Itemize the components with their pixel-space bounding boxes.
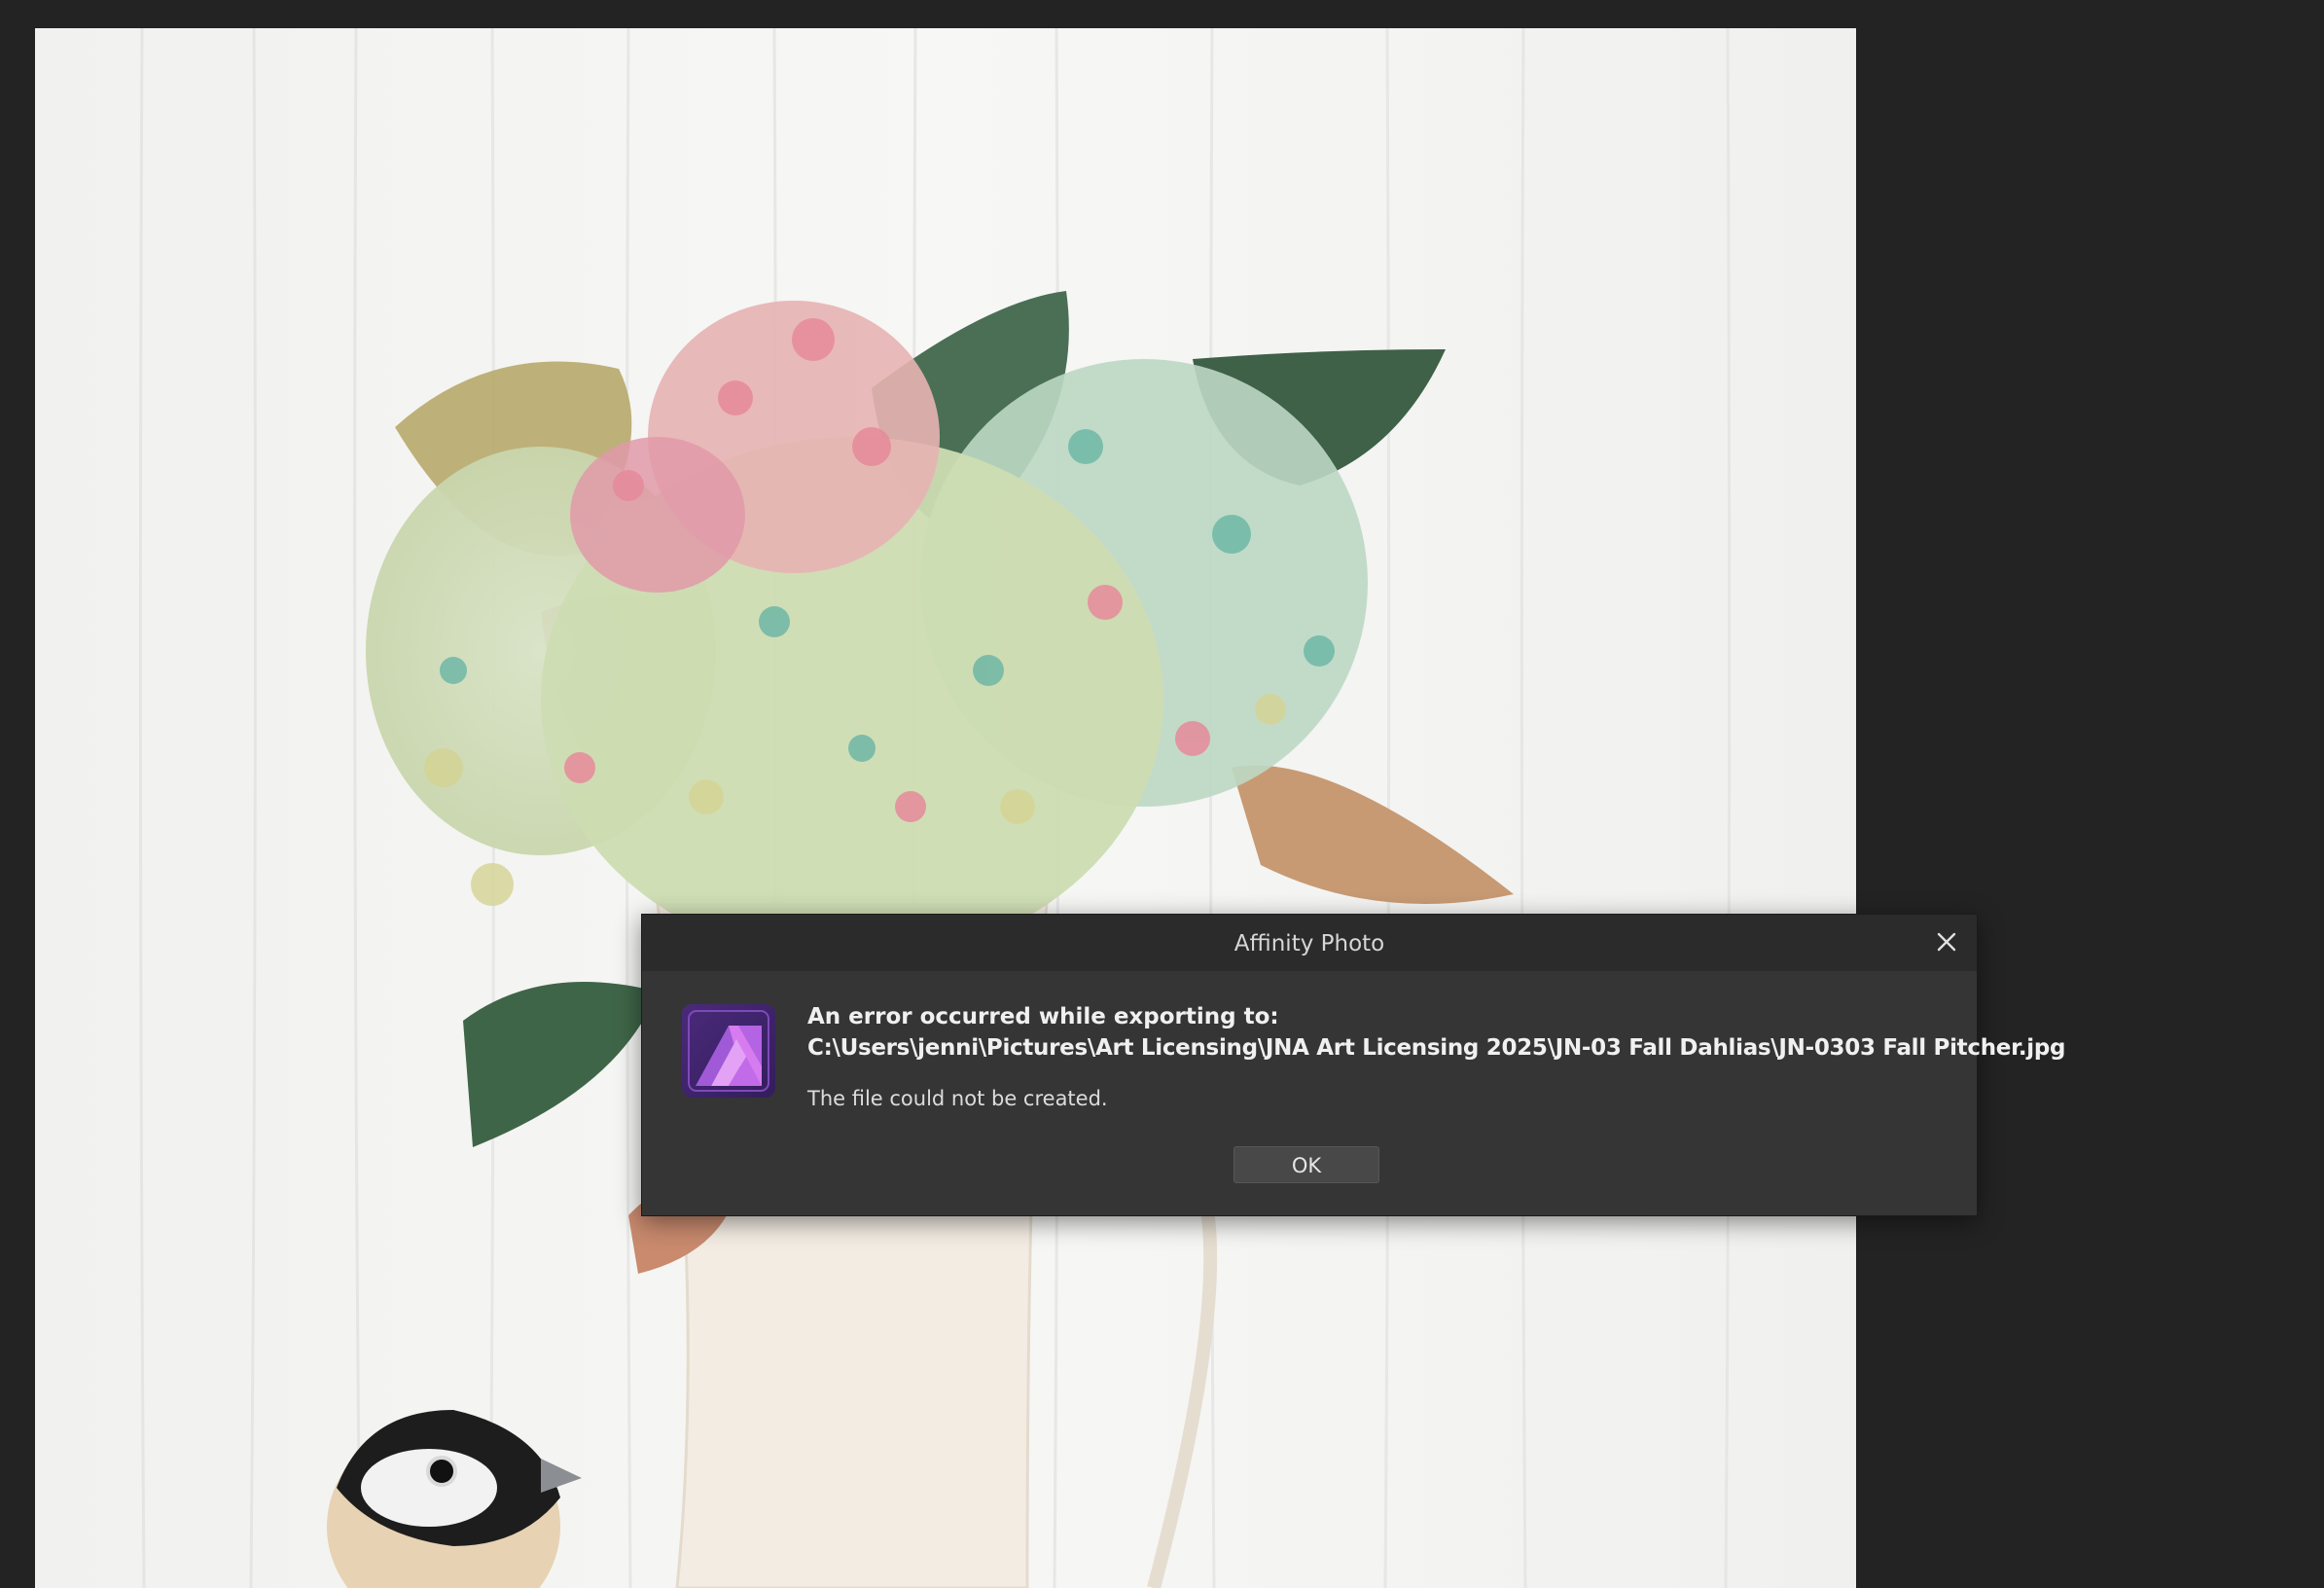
- affinity-photo-icon: [682, 1004, 775, 1098]
- error-heading: An error occurred while exporting to:: [807, 1004, 1279, 1029]
- close-icon: [1937, 932, 1956, 952]
- close-button[interactable]: [1930, 925, 1963, 958]
- dialog-titlebar[interactable]: Affinity Photo: [642, 915, 1977, 971]
- error-detail: The file could not be created.: [807, 1087, 1108, 1110]
- ok-button[interactable]: OK: [1234, 1146, 1379, 1183]
- error-dialog: Affinity Photo An error occurred while e…: [641, 914, 2066, 1216]
- export-path: C:\Users\jenni\Pictures\Art Licensing\JN…: [807, 1035, 2066, 1061]
- workspace: Affinity Photo An error occurred while e…: [0, 0, 2324, 1588]
- document-canvas[interactable]: [35, 28, 1856, 1588]
- artwork-image: [35, 28, 1856, 1588]
- dialog-title: Affinity Photo: [1234, 931, 1385, 956]
